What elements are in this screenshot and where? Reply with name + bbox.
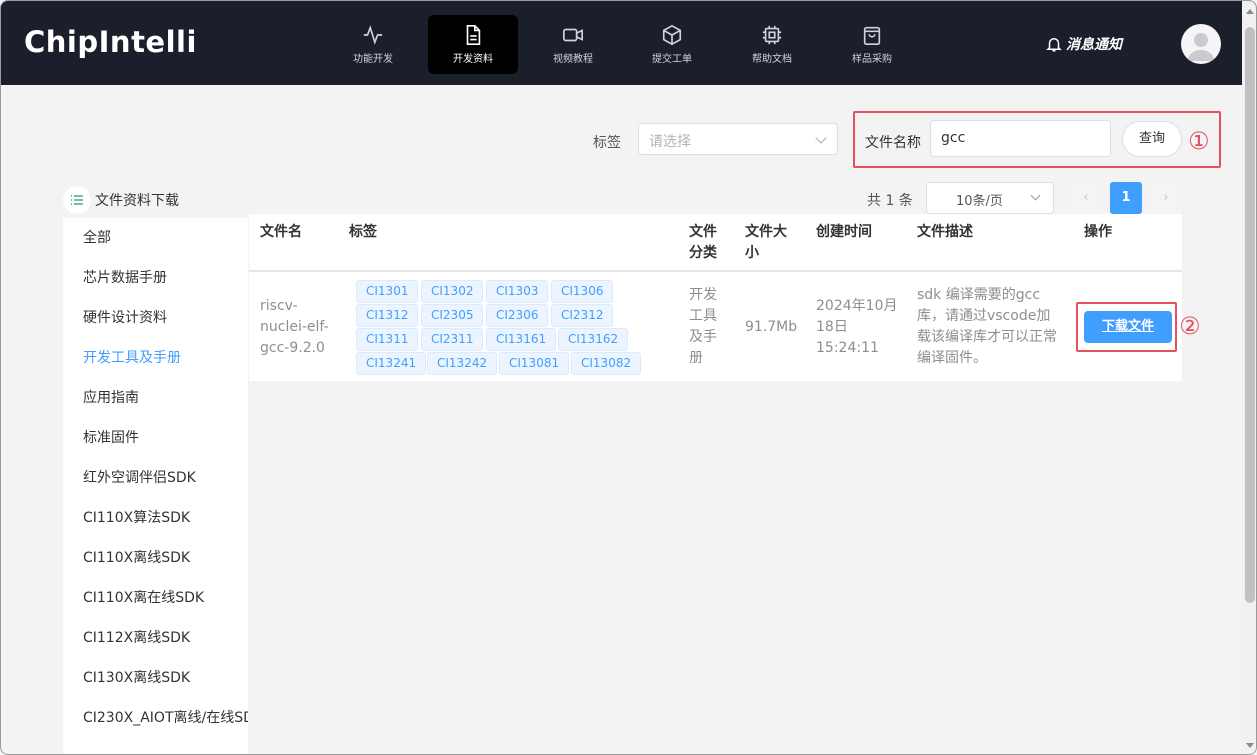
file-name-label: 文件名称	[865, 135, 921, 151]
tag-chip: CI2306	[486, 304, 549, 327]
page-size-select[interactable]: 10条/页	[926, 182, 1054, 214]
nav-label: 样品采购	[852, 54, 892, 65]
scroll-down-arrow-icon[interactable]	[1246, 743, 1254, 748]
cell-size: 91.7Mb	[745, 319, 798, 335]
nav-item-dev-materials[interactable]: 开发资料	[428, 15, 518, 74]
sidebar-title: 文件资料下载	[95, 193, 179, 209]
bell-icon	[1046, 38, 1062, 52]
tag-chip: CI1311	[356, 328, 419, 351]
nav-label: 功能开发	[353, 54, 393, 65]
tag-select[interactable]: 请选择	[638, 123, 838, 155]
col-header-tags: 标签	[349, 224, 377, 240]
app-window: ChipIntelli 功能开发 开发资料 视频教程 提交工单 帮助文档 样品采…	[0, 0, 1257, 755]
cell-file-name: riscv-nuclei-elf-gcc-9.2.0	[260, 298, 329, 356]
activity-icon	[363, 25, 383, 45]
sidebar-item-dev-tools[interactable]: 开发工具及手册	[63, 338, 248, 378]
scroll-up-arrow-icon[interactable]	[1246, 9, 1254, 14]
shopping-bag-icon	[863, 26, 881, 45]
col-header-file-name: 文件名	[260, 224, 302, 240]
tag-chip: CI13162	[558, 328, 629, 351]
chevron-down-icon	[1030, 190, 1041, 201]
tag-chip: CI2311	[421, 328, 484, 351]
col-header-size: 文件大小	[745, 224, 787, 261]
annotation-number-2: ②	[1179, 312, 1201, 340]
sidebar-item-all[interactable]: 全部	[63, 218, 248, 258]
nav-label: 帮助文档	[752, 54, 792, 65]
chevron-down-icon	[815, 132, 827, 144]
sidebar-item-std-firmware[interactable]: 标准固件	[63, 418, 248, 458]
sidebar-item-ci130x-offline-sdk[interactable]: CI130X离线SDK	[63, 658, 248, 698]
chip-icon	[762, 25, 782, 45]
sidebar-item-app-guides[interactable]: 应用指南	[63, 378, 248, 418]
sidebar-item-ci230x-aiot-sdk[interactable]: CI230X_AIOT离线/在线SDK	[63, 698, 248, 738]
sidebar-item-ir-ac-sdk[interactable]: 红外空调伴侣SDK	[63, 458, 248, 498]
tag-chip: CI1306	[551, 280, 614, 303]
download-file-button[interactable]: 下载文件	[1084, 311, 1172, 343]
page-1-button[interactable]: 1	[1110, 182, 1142, 214]
notifications-link[interactable]: 消息通知	[1045, 34, 1122, 54]
files-table: 文件名 标签 文件分类 文件大小 创建时间 文件描述 操作 riscv-nucl…	[249, 214, 1182, 381]
document-icon	[466, 25, 481, 45]
top-navigation-bar: ChipIntelli 功能开发 开发资料 视频教程 提交工单 帮助文档 样品采…	[1, 1, 1256, 85]
header-divider	[249, 270, 1182, 272]
col-header-category: 文件分类	[689, 224, 717, 261]
sidebar-item-ci110x-hybrid-sdk[interactable]: CI110X离在线SDK	[63, 578, 248, 618]
sidebar-item-ci110x-offline-sdk[interactable]: CI110X离线SDK	[63, 538, 248, 578]
tag-chip: CI13082	[571, 352, 642, 375]
tag-chip: CI1302	[421, 280, 484, 303]
list-icon[interactable]	[63, 186, 91, 214]
tag-filter-label: 标签	[593, 135, 621, 151]
vertical-scrollbar[interactable]	[1242, 1, 1256, 754]
sidebar-item-ci112x-offline-sdk[interactable]: CI112X离线SDK	[63, 618, 248, 658]
tag-chip: CI2312	[551, 304, 614, 327]
tag-chip: CI13242	[427, 352, 498, 375]
logo[interactable]: ChipIntelli	[24, 25, 197, 59]
tag-chip: CI1301	[356, 280, 419, 303]
pager-total: 共 1 条	[867, 193, 913, 209]
sidebar-item-ci110x-algo-sdk[interactable]: CI110X算法SDK	[63, 498, 248, 538]
file-name-input[interactable]: gcc	[930, 120, 1111, 157]
tag-chip: CI13081	[499, 352, 570, 375]
sidebar-item-chip-datasheets[interactable]: 芯片数据手册	[63, 258, 248, 298]
cell-created: 2024年10月18日 15:24:11	[816, 298, 898, 356]
category-sidebar: 全部 芯片数据手册 硬件设计资料 开发工具及手册 应用指南 标准固件 红外空调伴…	[63, 218, 248, 754]
annotation-number-1: ①	[1188, 127, 1210, 155]
nav-item-feature-dev[interactable]: 功能开发	[328, 15, 418, 74]
nav-item-submit-ticket[interactable]: 提交工单	[627, 15, 717, 74]
cell-category: 开发工具及手册	[689, 287, 717, 366]
sidebar-item-hardware-design[interactable]: 硬件设计资料	[63, 298, 248, 338]
nav-label: 提交工单	[652, 54, 692, 65]
tag-select-placeholder: 请选择	[649, 134, 691, 150]
col-header-description: 文件描述	[917, 224, 973, 240]
tag-chip: CI13161	[486, 328, 557, 351]
box-icon	[662, 24, 682, 46]
nav-label: 开发资料	[453, 54, 493, 65]
nav-item-sample-purchase[interactable]: 样品采购	[827, 15, 917, 74]
tag-chip: CI13241	[356, 352, 427, 375]
prev-page-button[interactable]: ‹	[1070, 182, 1102, 214]
tag-chip: CI1312	[356, 304, 419, 327]
next-page-button[interactable]: ›	[1150, 182, 1182, 214]
video-icon	[563, 28, 583, 42]
nav-label: 视频教程	[553, 54, 593, 65]
notifications-label: 消息通知	[1066, 37, 1122, 53]
scrollbar-thumb[interactable]	[1245, 27, 1255, 603]
cell-description: sdk 编译需要的gcc库，请通过vscode加载该编译库才可以正常编译固件。	[917, 287, 1057, 366]
user-icon	[1187, 33, 1215, 61]
query-button[interactable]: 查询	[1122, 121, 1182, 157]
nav-item-video-tutorials[interactable]: 视频教程	[528, 15, 618, 74]
tag-chip: CI1303	[486, 280, 549, 303]
col-header-created: 创建时间	[816, 224, 872, 240]
avatar[interactable]	[1181, 24, 1221, 64]
page-size-value: 10条/页	[956, 194, 1003, 209]
nav-item-help-docs[interactable]: 帮助文档	[727, 15, 817, 74]
tag-chip: CI2305	[421, 304, 484, 327]
col-header-action: 操作	[1084, 224, 1112, 240]
sidebar-header: 文件资料下载	[63, 186, 179, 214]
